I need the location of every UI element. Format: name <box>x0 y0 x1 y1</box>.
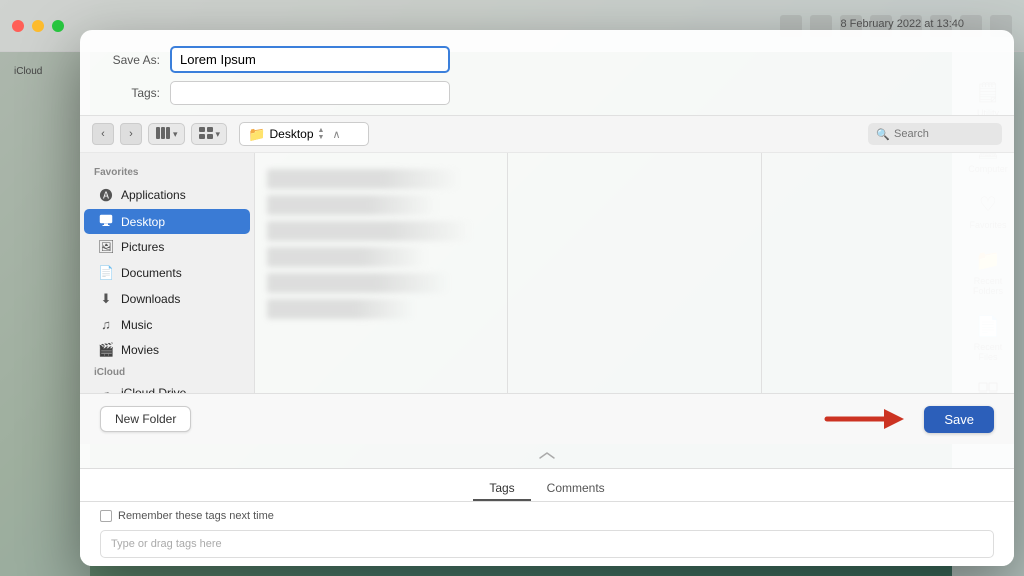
remember-label: Remember these tags next time <box>118 510 274 522</box>
bg-sidebar-icloud: iCloud <box>8 62 82 81</box>
search-icon: 🔍 <box>876 128 890 141</box>
timestamp: 8 February 2022 at 13:40 <box>840 18 964 30</box>
expand-location-icon: ∧ <box>332 128 340 141</box>
column-view-chevron: ▾ <box>173 129 178 140</box>
music-icon: ♫ <box>98 317 114 332</box>
column-view-button[interactable]: ▾ <box>148 123 185 145</box>
sidebar: Favorites 🅐 Applications Desktop 🖼 Pi <box>80 153 255 393</box>
desktop-icon <box>98 214 114 229</box>
music-label: Music <box>121 318 152 332</box>
folder-icon: 📁 <box>248 126 265 143</box>
sidebar-item-icloud-drive[interactable]: ☁ iCloud Drive <box>84 380 250 393</box>
red-arrow-icon <box>822 404 912 434</box>
location-arrows: ▲ ▼ <box>318 127 325 141</box>
file-column-2 <box>508 153 761 393</box>
save-as-row: Save As: <box>100 46 994 73</box>
file-column-3 <box>762 153 1014 393</box>
sidebar-item-downloads[interactable]: ⬇ Downloads <box>84 286 250 312</box>
bottom-tabs: Tags Comments <box>80 469 1014 502</box>
file-browser <box>255 153 1014 393</box>
new-folder-button[interactable]: New Folder <box>100 406 191 432</box>
dialog-footer: New Folder Save <box>80 393 1014 444</box>
search-input[interactable] <box>894 128 994 140</box>
tags-input[interactable] <box>170 81 450 105</box>
save-dialog: Save As: Tags: ‹ › ▾ <box>80 30 1014 566</box>
sidebar-item-music[interactable]: ♫ Music <box>84 312 250 337</box>
file-column-1 <box>255 153 508 393</box>
bg-left-sidebar: iCloud <box>0 52 90 576</box>
tags-label: Tags: <box>100 86 160 100</box>
expand-handle[interactable] <box>80 444 1014 468</box>
tab-comments[interactable]: Comments <box>531 477 621 501</box>
favorites-section-label: Favorites <box>80 163 254 180</box>
applications-label: Applications <box>121 188 186 202</box>
movies-label: Movies <box>121 343 159 357</box>
applications-icon: 🅐 <box>98 185 114 204</box>
grid-view-button[interactable]: ▾ <box>191 123 228 145</box>
save-as-input[interactable] <box>170 46 450 73</box>
minimize-dot[interactable] <box>32 20 44 32</box>
desktop-label: Desktop <box>121 215 165 229</box>
close-dot[interactable] <box>12 20 24 32</box>
save-button[interactable]: Save <box>924 406 994 433</box>
icloud-section-label: iCloud <box>80 363 254 380</box>
tab-tags[interactable]: Tags <box>473 477 530 501</box>
documents-label: Documents <box>121 266 182 280</box>
icloud-drive-label: iCloud Drive <box>121 386 186 393</box>
bg-sidebar-extra <box>8 93 82 101</box>
arrow-container: Save <box>822 404 994 434</box>
sidebar-item-applications[interactable]: 🅐 Applications <box>84 180 250 209</box>
sidebar-item-movies[interactable]: 🎬 Movies <box>84 337 250 363</box>
remember-checkbox[interactable] <box>100 510 112 522</box>
maximize-dot[interactable] <box>52 20 64 32</box>
sidebar-item-pictures[interactable]: 🖼 Pictures <box>84 234 250 260</box>
movies-icon: 🎬 <box>98 342 114 358</box>
dialog-bottom: Tags Comments Remember these tags next t… <box>80 468 1014 566</box>
forward-button[interactable]: › <box>120 123 142 145</box>
icloud-drive-icon: ☁ <box>98 385 114 393</box>
tags-drag-area[interactable]: Type or drag tags here <box>100 530 994 558</box>
pictures-icon: 🖼 <box>98 239 114 255</box>
remember-row: Remember these tags next time <box>80 502 1014 526</box>
dialog-content: Favorites 🅐 Applications Desktop 🖼 Pi <box>80 153 1014 393</box>
sidebar-item-desktop[interactable]: Desktop <box>84 209 250 234</box>
bg-sidebar-googledoc <box>8 83 82 91</box>
tags-drag-placeholder: Type or drag tags here <box>111 538 222 550</box>
location-name: Desktop <box>270 127 314 141</box>
column-view-icon <box>155 126 171 143</box>
search-box: 🔍 <box>868 123 1002 145</box>
grid-view-chevron: ▾ <box>216 129 221 140</box>
downloads-icon: ⬇ <box>98 291 114 307</box>
sidebar-item-documents[interactable]: 📄 Documents <box>84 260 250 286</box>
save-as-label: Save As: <box>100 53 160 67</box>
dialog-header: Save As: Tags: <box>80 30 1014 116</box>
tags-row: Tags: <box>100 81 994 105</box>
documents-icon: 📄 <box>98 265 114 281</box>
pictures-label: Pictures <box>121 240 164 254</box>
grid-view-icon <box>198 126 214 143</box>
location-selector[interactable]: 📁 Desktop ▲ ▼ ∧ <box>239 122 369 146</box>
file-toolbar: ‹ › ▾ ▾ 📁 <box>80 116 1014 153</box>
back-button[interactable]: ‹ <box>92 123 114 145</box>
downloads-label: Downloads <box>121 292 180 306</box>
